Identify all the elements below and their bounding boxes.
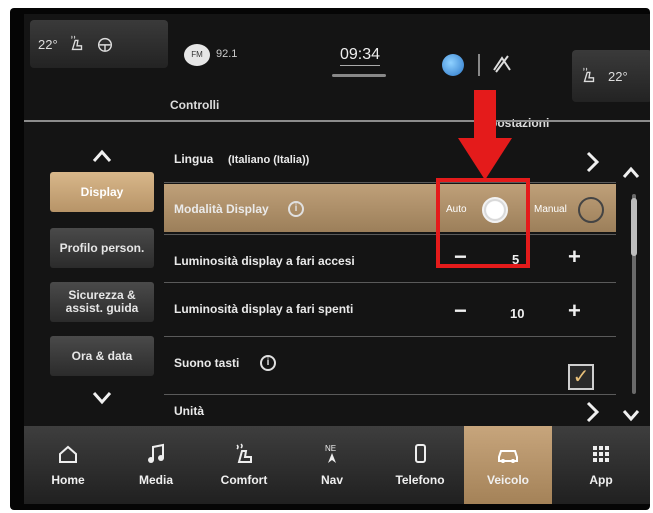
nav-nav[interactable]: NE Nav (288, 426, 376, 504)
lum-spenti-plus-button[interactable]: + (568, 298, 581, 324)
phone-connection-icon[interactable] (442, 54, 464, 76)
lum-spenti-label: Luminosità display a fari spenti (174, 302, 354, 316)
seat-heat-icon[interactable] (68, 35, 86, 53)
setting-row-modalita-display[interactable]: Modalità Display i Auto Manual (164, 184, 616, 232)
red-highlight-box (436, 178, 530, 268)
status-divider (478, 54, 480, 76)
row-divider (164, 182, 616, 183)
nav-media[interactable]: Media (112, 426, 200, 504)
row-divider (164, 282, 616, 283)
side-item-ora-data[interactable]: Ora & data (50, 336, 154, 376)
nav-app[interactable]: App (552, 426, 650, 504)
manual-option-label: Manual (534, 204, 567, 215)
lingua-value: (Italiano (Italia)) (228, 154, 310, 166)
nav-home[interactable]: Home (24, 426, 112, 504)
lum-spenti-minus-button[interactable]: − (454, 298, 467, 324)
nav-app-label: App (589, 473, 613, 487)
red-arrow-annotation (458, 90, 512, 180)
side-item-sicurezza[interactable]: Sicurezza & assist. guida (50, 282, 154, 322)
manual-radio[interactable] (578, 197, 604, 223)
setting-row-suono-tasti[interactable]: Suono tasti i ✓ (164, 338, 616, 390)
music-note-icon (148, 443, 164, 463)
compass-icon: NE (325, 444, 336, 463)
clock: 09:34 (340, 46, 381, 66)
side-item-profilo[interactable]: Profilo person. (50, 228, 154, 268)
radio-frequency: 92.1 (216, 48, 238, 60)
unita-chevron-right-icon[interactable] (584, 400, 602, 424)
scroll-up-icon[interactable] (620, 164, 642, 182)
setting-row-unita[interactable]: Unità (164, 396, 616, 426)
tab-divider (24, 120, 650, 122)
nav-veicolo-label: Veicolo (486, 473, 530, 487)
seat-heat-icon (236, 443, 252, 463)
setting-row-lum-spenti: Luminosità display a fari spenti − 10 + (164, 284, 616, 328)
lum-spenti-value: 10 (510, 306, 525, 321)
infotainment-screen: 22° FM 92.1 09:34 22° Controlli postazio… (24, 14, 650, 504)
lum-accesi-plus-button[interactable]: + (568, 244, 581, 270)
nav-veicolo[interactable]: Veicolo (464, 426, 552, 504)
side-menu-up-icon[interactable] (88, 146, 116, 166)
setting-row-lum-accesi: Luminosità display a fari accesi − 5 + (164, 236, 616, 280)
row-divider (164, 394, 616, 395)
suono-tasti-label: Suono tasti (174, 356, 240, 370)
info-icon[interactable]: i (288, 201, 304, 217)
temp-left: 22° (38, 36, 58, 52)
nav-comfort[interactable]: Comfort (200, 426, 288, 504)
bottom-nav: Home Media Comfort NE Nav Telefono Veico… (24, 426, 650, 504)
row-divider (164, 234, 616, 235)
climate-left-control[interactable]: 22° (30, 20, 168, 68)
home-icon (59, 445, 77, 463)
row-divider (164, 336, 616, 337)
modalita-label: Modalità Display (174, 202, 269, 216)
nav-nav-label: Nav (320, 473, 343, 487)
climate-right-control[interactable]: 22° (572, 50, 650, 102)
nav-telefono-label: Telefono (395, 473, 445, 487)
device-bezel: 22° FM 92.1 09:34 22° Controlli postazio… (10, 8, 650, 510)
lum-accesi-label: Luminosità display a fari accesi (174, 254, 355, 268)
svg-text:NE: NE (325, 444, 336, 453)
clock-underline (332, 74, 386, 77)
grid-icon (593, 446, 609, 462)
setting-row-lingua[interactable]: Lingua (Italiano (Italia)) (164, 138, 616, 182)
seat-heat-right-icon[interactable] (580, 67, 598, 85)
info-icon[interactable]: i (260, 355, 276, 371)
scrollbar-thumb[interactable] (631, 198, 637, 256)
no-signal-icon (493, 55, 511, 73)
status-bar: 22° FM 92.1 09:34 22° (24, 14, 650, 102)
tab-controlli[interactable]: Controlli (170, 98, 219, 112)
lingua-label: Lingua (174, 152, 214, 166)
nav-home-label: Home (51, 473, 85, 487)
nav-telefono[interactable]: Telefono (376, 426, 464, 504)
suono-tasti-checkbox[interactable]: ✓ (568, 364, 594, 390)
side-menu-down-icon[interactable] (88, 388, 116, 408)
nav-comfort-label: Comfort (220, 473, 268, 487)
steering-heat-icon[interactable] (96, 35, 114, 53)
side-item-display[interactable]: Display (50, 172, 154, 212)
car-icon (498, 450, 518, 463)
radio-band-badge[interactable]: FM (184, 44, 210, 66)
phone-icon (415, 444, 426, 463)
temp-right: 22° (608, 68, 628, 84)
lingua-chevron-right-icon[interactable] (584, 150, 602, 174)
unita-label: Unità (174, 404, 204, 418)
scroll-down-icon[interactable] (620, 406, 642, 424)
nav-media-label: Media (138, 473, 173, 487)
